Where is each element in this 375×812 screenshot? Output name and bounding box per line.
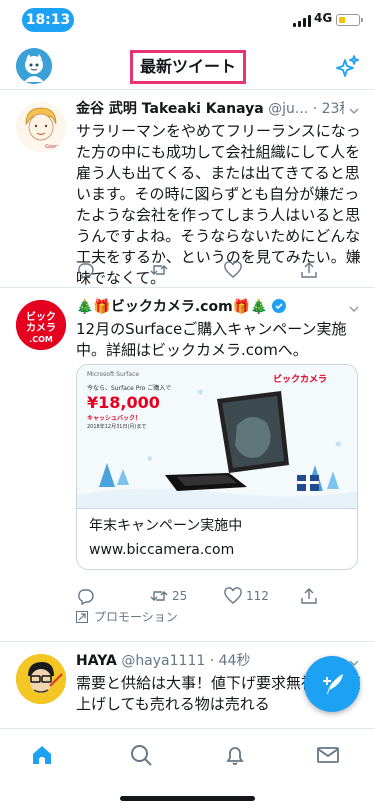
tweet-text: 12月のSurfaceご購入キャンペーン実施中。詳細はビックカメラ.comへ。 [76,320,347,359]
page-title[interactable]: 最新ツイート [133,53,243,81]
tweet-item[interactable]: Google 金谷 武明 Takeaki Kanaya @ju... · 23秒… [0,90,375,288]
card-image: Microsoft Surface 今なら、Surface Pro ご購入で ¥… [77,365,357,509]
tweet-time: · 23秒 [312,101,344,117]
tweet-item[interactable]: ビック カメラ .COM 🎄🎁ビックカメラ.com🎁🎄 12月のSurfaceご… [0,288,375,642]
heart-icon [224,261,242,278]
title-highlight-box: 最新ツイート [130,50,246,84]
avatar[interactable] [16,654,66,704]
share-button[interactable] [300,586,318,606]
compose-feather-icon [323,674,343,694]
svg-text:❄: ❄ [197,388,204,397]
chevron-down-icon[interactable] [348,300,360,312]
svg-text:.COM: .COM [29,335,53,344]
reply-button[interactable] [76,586,98,606]
tweet-header: 🎄🎁ビックカメラ.com🎁🎄 [76,297,344,317]
promoted-icon [76,610,88,623]
promoted-label: プロモーション [76,608,178,625]
home-indicator [120,796,255,801]
status-bar: 18:13 4G [0,0,375,44]
retweet-button[interactable] [150,260,172,280]
avatar[interactable]: ビック カメラ .COM [16,300,66,350]
heart-icon [224,587,242,604]
card-title: 年末キャンペーン実施中 [89,518,243,534]
signal-icon [293,15,311,27]
svg-text:❄: ❄ [147,455,153,463]
tweet-actions [76,260,348,280]
chevron-down-icon[interactable] [348,102,360,114]
network-label: 4G [314,11,333,25]
retweet-icon [150,591,168,601]
status-time: 18:13 [22,8,74,32]
author-handle[interactable]: @haya1111 [121,653,205,669]
reply-icon [78,589,94,605]
tweet-time: · 44秒 [209,653,251,669]
home-icon [33,746,51,764]
surface-tablet-illustration: ❄ ❄ ❄ [77,388,357,508]
avatar-label: Google [45,144,63,150]
tab-home[interactable] [30,743,54,767]
sparkle-icon[interactable] [334,54,360,80]
compose-button[interactable] [304,656,360,712]
link-card[interactable]: Microsoft Surface 今なら、Surface Pro ご購入で ¥… [76,364,358,570]
svg-text:ビック: ビック [26,310,56,323]
author-handle[interactable]: @ju... [268,101,308,117]
tweet-header: 金谷 武明 Takeaki Kanaya @ju... · 23秒 [76,99,344,119]
timeline-header: 最新ツイート [0,44,375,90]
avatar[interactable]: Google [16,102,66,152]
svg-text:❄: ❄ [335,440,342,449]
like-button[interactable] [224,260,246,280]
like-count: 112 [246,589,269,603]
mail-icon [317,747,339,763]
author-name[interactable]: 金谷 武明 Takeaki Kanaya [76,101,264,117]
author-name[interactable]: 🎄🎁ビックカメラ.com🎁🎄 [76,299,268,315]
retweet-button[interactable]: 25 [150,586,187,606]
retweet-count: 25 [172,589,188,603]
share-icon [301,262,317,278]
svg-text:カメラ: カメラ [26,322,56,334]
verified-badge-icon [272,299,287,313]
tab-search[interactable] [129,743,153,767]
tweet-actions: 25 112 [76,586,348,606]
search-icon [131,745,152,766]
bell-icon [226,747,244,765]
card-url[interactable]: www.biccamera.com [89,541,234,559]
share-button[interactable] [300,260,318,280]
like-button[interactable]: 112 [224,586,269,606]
reply-icon [78,263,94,279]
share-icon [301,588,317,604]
profile-avatar-icon[interactable] [16,48,52,84]
tweet-header: HAYA @haya1111 · 44秒 [76,651,344,671]
author-name[interactable]: HAYA [76,653,117,669]
tab-messages[interactable] [316,743,340,767]
reply-button[interactable] [76,260,98,280]
battery-icon [336,14,363,26]
tab-notifications[interactable] [223,743,247,767]
retweet-icon [150,265,168,275]
